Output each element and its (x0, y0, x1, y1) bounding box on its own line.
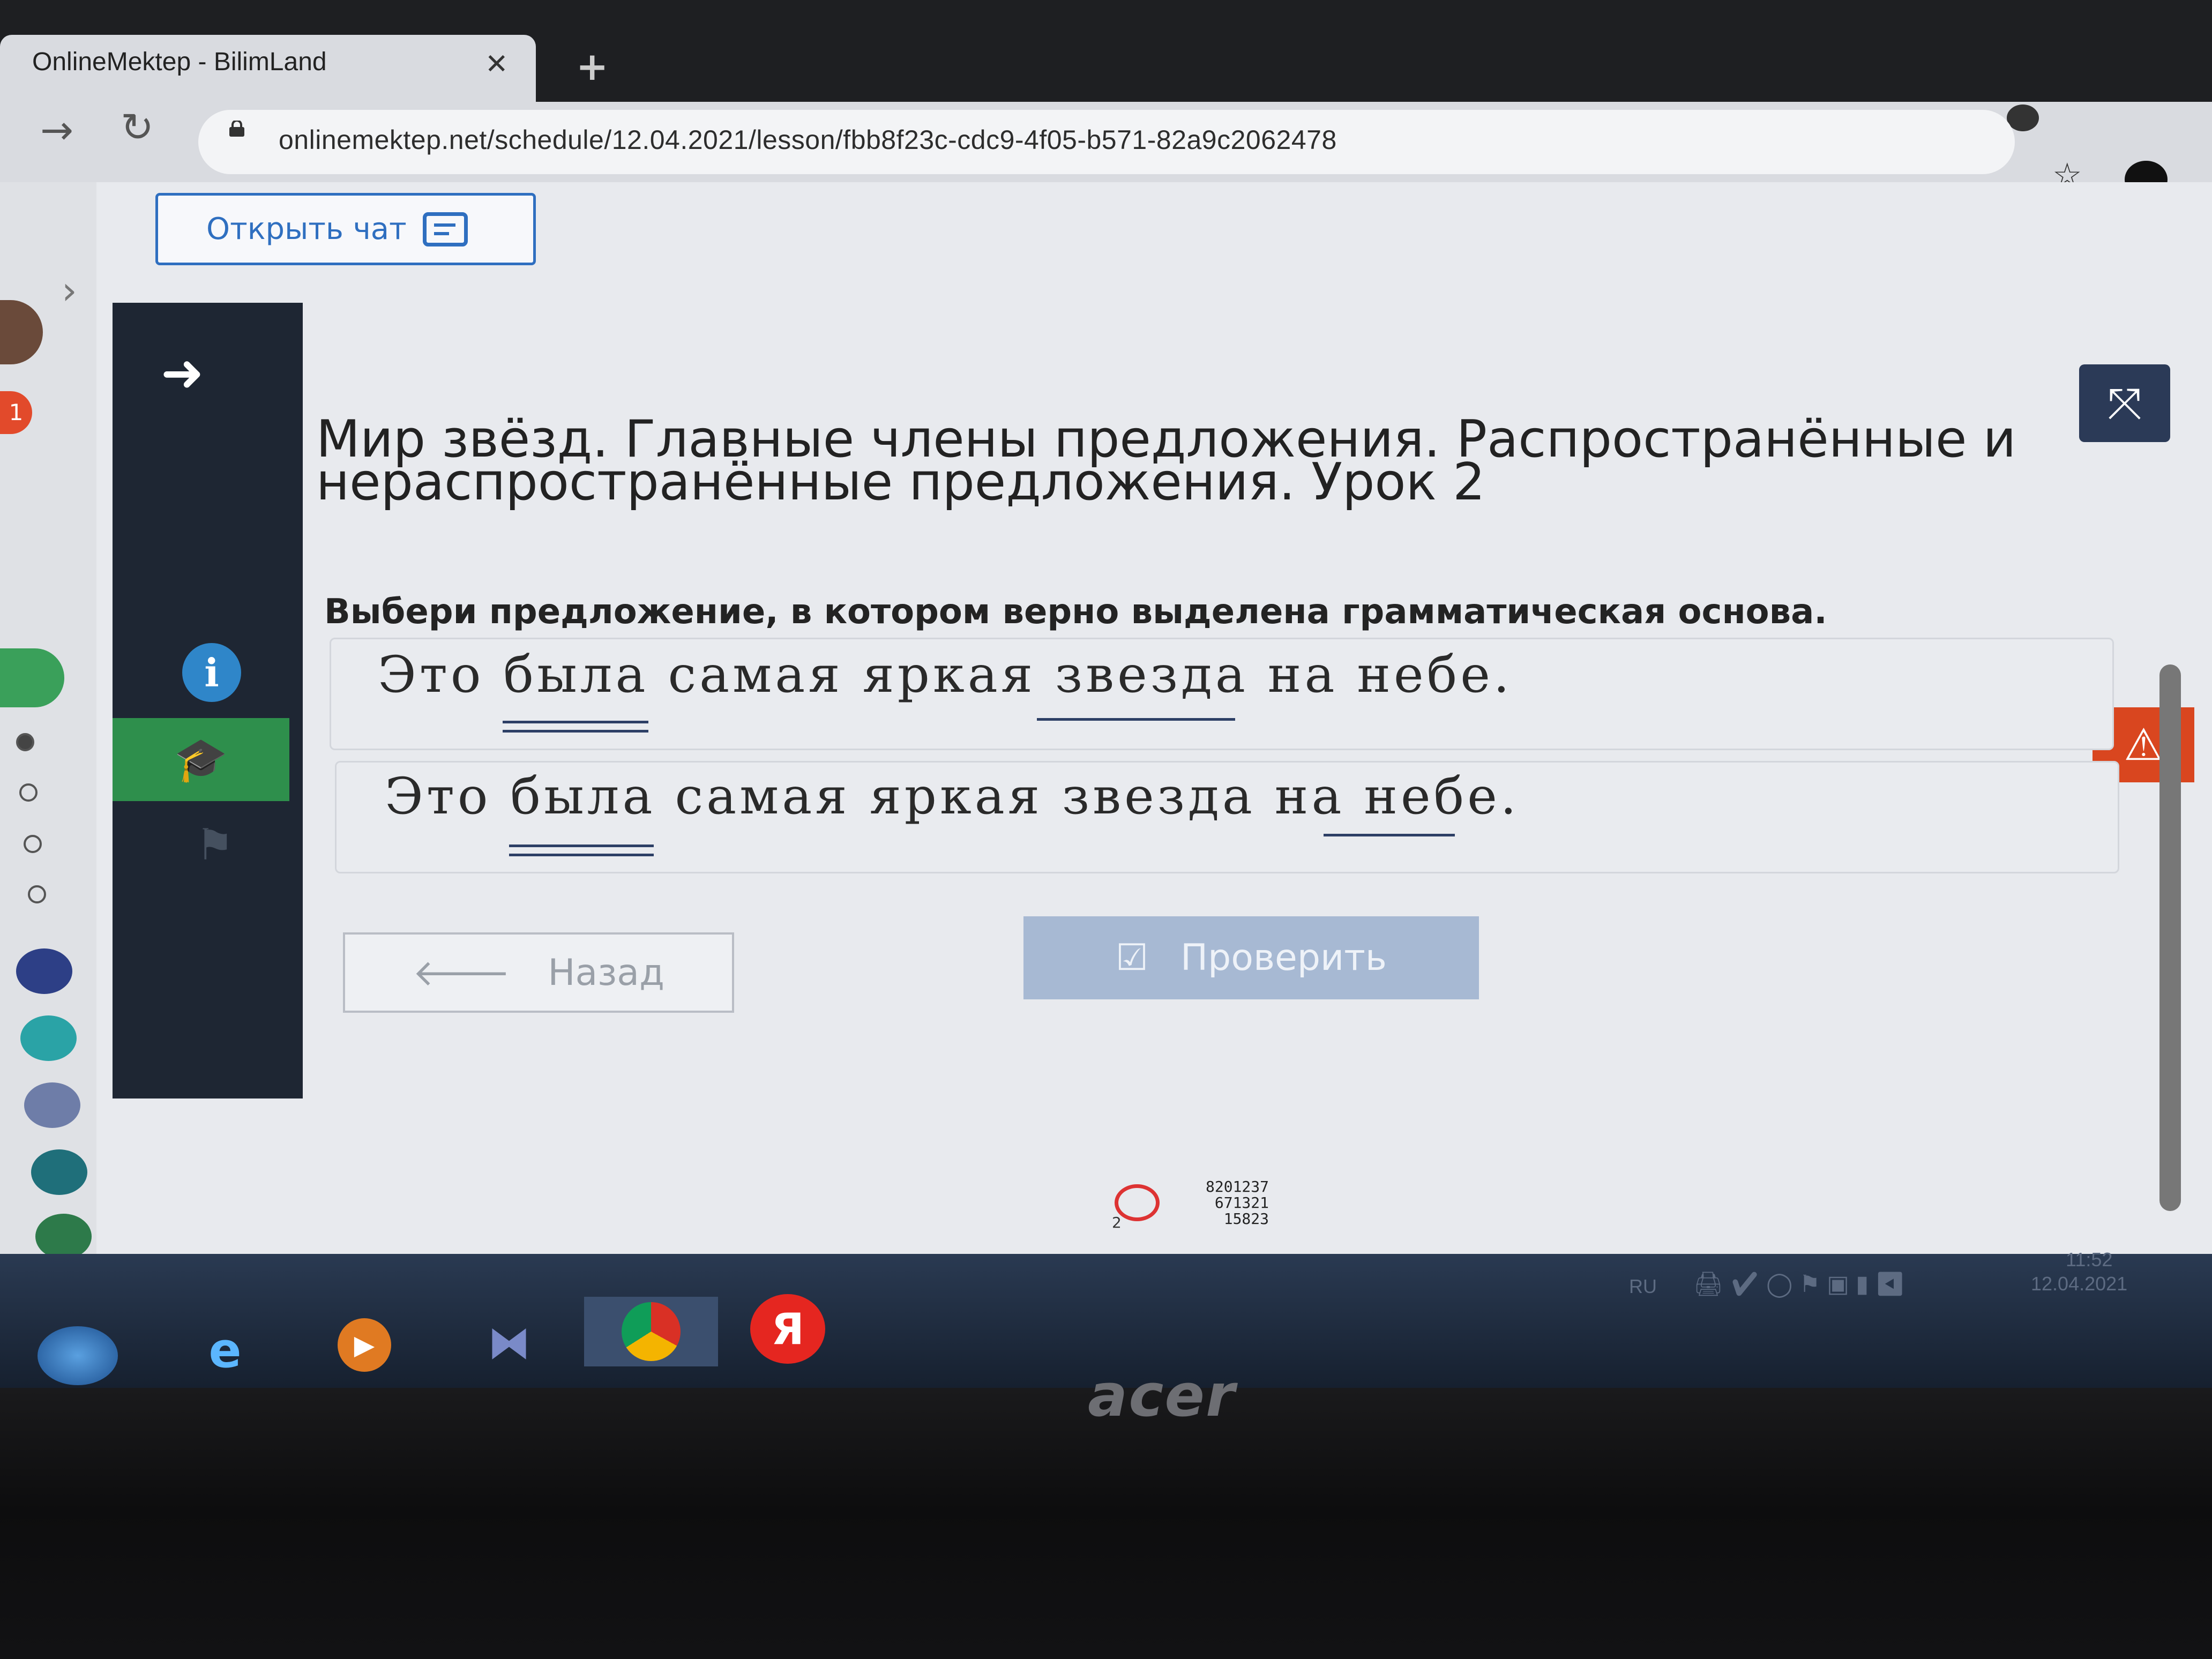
double-underline (503, 730, 648, 733)
flag-icon[interactable]: ⚑ (196, 820, 234, 870)
monitor-screen: OnlineMektep - BilimLand ✕ + → ↻ onlinem… (0, 0, 2212, 1388)
overlay-numbers: 8201237 671321 15823 (1206, 1179, 1269, 1227)
smart-app-icon[interactable] (16, 948, 72, 994)
back-button[interactable]: 🡐 Назад (343, 932, 734, 1013)
fullscreen-icon: ⤧ (2108, 378, 2142, 428)
rail-app-icon[interactable] (0, 648, 64, 707)
back-button-label: Назад (548, 951, 664, 994)
media-player-icon[interactable]: ▶ (338, 1318, 391, 1372)
arrow-left-icon: 🡐 (412, 952, 511, 995)
rail-dot-icon[interactable] (28, 885, 46, 903)
chevron-right-icon[interactable]: › (62, 268, 77, 313)
video-app-icon[interactable]: ⧓ (472, 1318, 547, 1367)
checkbox-icon: ☑ (1116, 937, 1149, 979)
language-indicator[interactable]: RU (1629, 1275, 1657, 1298)
reload-icon[interactable]: ↻ (121, 104, 154, 151)
lesson-title: Мир звёзд. Главные члены предложения. Ра… (316, 410, 2016, 512)
answer-option-text[interactable]: Это была самая яркая звезда на небе. (378, 646, 1513, 704)
overlay-counter: 2 (1112, 1214, 1122, 1231)
question-text: Выбери предложение, в котором верно выде… (324, 592, 1827, 632)
help-icon[interactable] (20, 1015, 77, 1061)
overlay-number: 671321 (1214, 1194, 1269, 1212)
open-chat-button[interactable]: Открыть чат (155, 193, 536, 265)
rail-dot-icon[interactable] (24, 835, 42, 853)
forward-icon[interactable]: → (40, 107, 73, 153)
double-underline (509, 854, 654, 856)
new-tab-button[interactable]: + (576, 44, 608, 89)
arrow-right-icon[interactable]: ➜ (161, 343, 204, 403)
rail-app-icon[interactable] (31, 1149, 87, 1195)
brand-logo: acer (1088, 1361, 1236, 1430)
start-button[interactable] (38, 1326, 118, 1385)
internet-explorer-icon[interactable]: e (190, 1321, 260, 1380)
single-underline (1324, 834, 1455, 836)
warning-triangle-icon: ⚠ (2124, 719, 2163, 771)
open-chat-label: Открыть чат (206, 212, 407, 246)
overlay-number: 8201237 (1206, 1178, 1269, 1195)
url-text[interactable]: onlinemektep.net/schedule/12.04.2021/les… (279, 124, 1337, 155)
clock-date[interactable]: 12.04.2021 (2031, 1273, 2127, 1295)
clock-time[interactable]: 11:52 (2066, 1249, 2112, 1271)
double-underline (509, 845, 654, 847)
page-scrollbar[interactable] (2159, 664, 2181, 1211)
yandex-browser-icon[interactable]: Я (750, 1294, 825, 1364)
answer-option-text[interactable]: Это была самая яркая звезда на небе. (385, 767, 1520, 826)
extension-icon[interactable] (2007, 104, 2039, 131)
rail-app-icon[interactable] (35, 1214, 92, 1259)
info-icon[interactable]: i (182, 643, 241, 702)
overlay-number: 15823 (1223, 1210, 1269, 1228)
tray-icons[interactable]: 🖨 ✔ ◯ ⚑ ▣ ▮ ◀ (1693, 1270, 1905, 1298)
rail-dot-icon[interactable] (19, 783, 38, 802)
keyboard-icon[interactable] (24, 1082, 80, 1128)
check-button[interactable]: ☑ Проверить (1023, 916, 1479, 999)
lock-icon (229, 121, 244, 137)
double-underline (503, 721, 648, 723)
graduation-cap-icon[interactable]: 🎓 (113, 718, 289, 801)
check-button-label: Проверить (1180, 937, 1387, 979)
tab-close-icon[interactable]: ✕ (485, 48, 509, 80)
rail-dot-icon[interactable] (16, 733, 34, 751)
single-underline (1037, 718, 1235, 721)
speech-bubble-icon (422, 212, 468, 246)
chrome-icon[interactable] (584, 1297, 718, 1366)
tab-title[interactable]: OnlineMektep - BilimLand (32, 47, 327, 77)
